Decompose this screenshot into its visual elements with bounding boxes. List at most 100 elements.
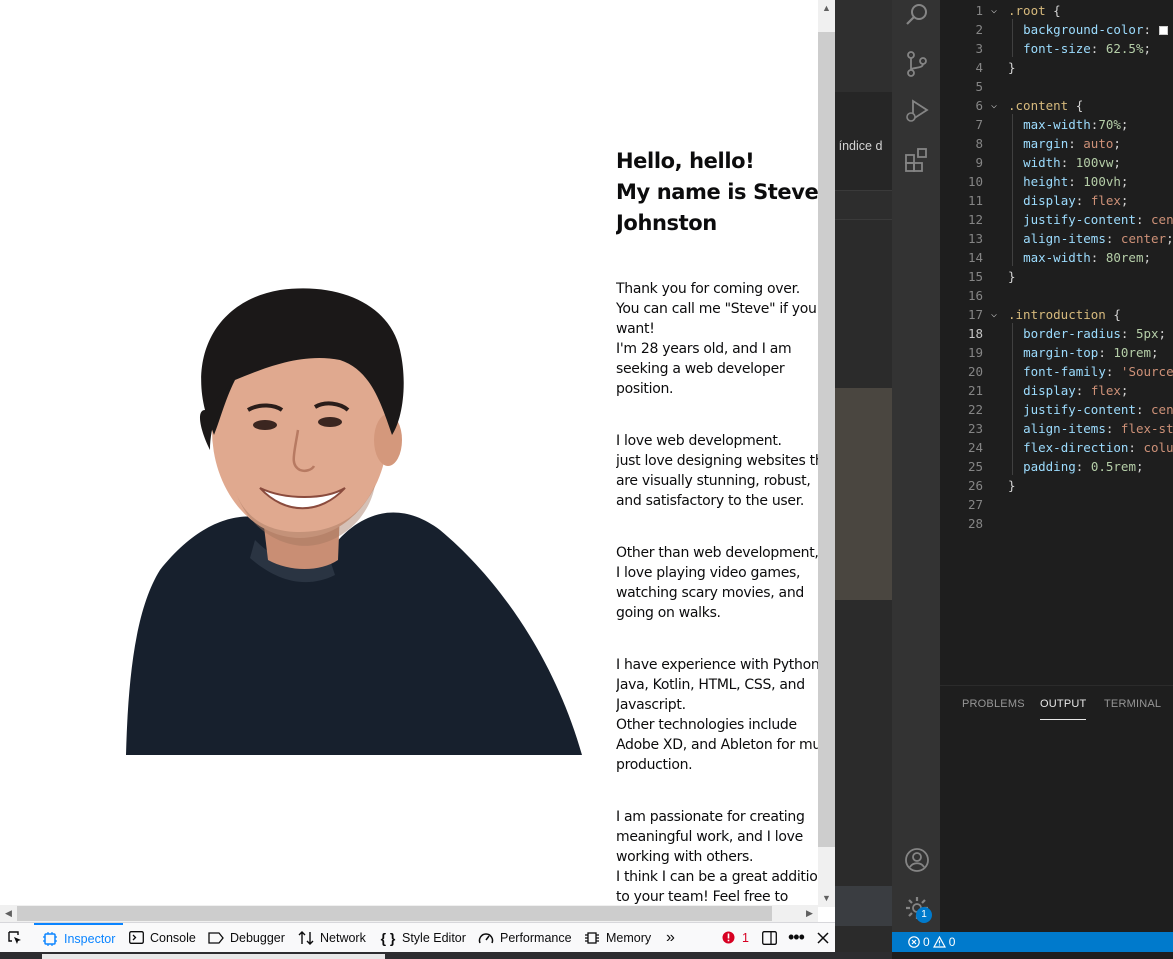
paragraph-line: position. [616, 381, 674, 397]
line-number: 19 [967, 345, 983, 360]
line-number: 14 [967, 250, 983, 265]
tab-style-editor[interactable]: { } Style Editor [380, 923, 466, 952]
code-line: padding: 0.5rem; [1008, 457, 1143, 476]
tab-console[interactable]: Console [128, 923, 196, 952]
paragraph-line: Java, Kotlin, HTML, CSS, and [616, 677, 805, 693]
code-token: : [1105, 421, 1121, 436]
tab-terminal[interactable]: TERMINAL [1104, 698, 1161, 710]
code-token: 62.5% [1105, 41, 1144, 56]
scroll-left-arrow-icon[interactable]: ◀ [0, 905, 17, 922]
fold-chevron-icon[interactable]: ⌵ [991, 1, 1003, 20]
paragraph-line: Javascript. [616, 697, 686, 713]
scroll-up-arrow-icon[interactable]: ▲ [818, 0, 835, 17]
code-token: font-family [1023, 364, 1106, 379]
code-token: display [1023, 193, 1076, 208]
vertical-scroll-thumb[interactable] [818, 32, 835, 847]
close-icon [815, 930, 831, 946]
code-line: background-color: [1008, 20, 1168, 39]
intro-heading: Hello, hello! My name is Steven Johnston [616, 146, 831, 239]
code-token: background-color [1023, 22, 1144, 37]
line-number: 8 [975, 136, 983, 151]
element-picker-button[interactable] [7, 923, 23, 952]
code-line: flex-direction: colu [1008, 438, 1173, 457]
code-token: cen [1151, 212, 1173, 227]
line-number: 10 [967, 174, 983, 189]
accounts-icon[interactable] [904, 847, 930, 873]
code-token: align-items [1023, 231, 1106, 246]
paragraph-line: going on walks. [616, 605, 721, 621]
line-number: 6 [975, 98, 983, 113]
overflow-menu-icon[interactable]: ••• [788, 923, 805, 952]
vertical-scrollbar[interactable]: ▲ ▼ [818, 0, 835, 907]
code-token: margin [1023, 136, 1069, 151]
line-number: 20 [967, 364, 983, 379]
paragraph-line: I have experience with Python, [616, 657, 824, 673]
paragraph-line: want! [616, 321, 655, 337]
tab-memory[interactable]: Memory [584, 923, 651, 952]
code-line: display: flex; [1008, 191, 1128, 210]
code-token: center [1120, 231, 1167, 246]
code-line: } [1008, 267, 1016, 286]
tab-label: Debugger [230, 930, 285, 945]
horizontal-scrollbar[interactable]: ◀ ▶ [0, 905, 818, 922]
close-devtools-button[interactable] [815, 923, 831, 952]
dock-side-icon [761, 930, 777, 946]
code-line: max-width:70%; [1008, 115, 1128, 134]
code-token: ; [1143, 41, 1152, 56]
code-token: : [1090, 41, 1106, 56]
scroll-down-arrow-icon[interactable]: ▼ [818, 890, 835, 907]
tab-network[interactable]: Network [298, 923, 366, 952]
run-debug-icon[interactable] [904, 98, 930, 124]
code-token: { [1075, 98, 1084, 113]
color-swatch[interactable] [1158, 26, 1168, 35]
paragraph-line: production. [616, 757, 693, 773]
intro-paragraph: I have experience with Python, Java, Kot… [616, 655, 831, 775]
tab-performance[interactable]: Performance [478, 923, 572, 952]
paragraph-line: Other than web development, [616, 545, 819, 561]
dock-toggle-button[interactable] [761, 923, 777, 952]
code-token: 'Source [1120, 364, 1173, 379]
tab-problems[interactable]: PROBLEMS [962, 698, 1025, 710]
code-token: { [1113, 307, 1121, 322]
code-token: 5px [1135, 326, 1159, 341]
code-token: max-width [1023, 250, 1091, 265]
fold-chevron-icon[interactable]: ⌵ [991, 305, 1003, 324]
warning-count: 0 [948, 935, 956, 949]
horizontal-scroll-thumb[interactable] [17, 906, 772, 921]
code-token: : [1075, 459, 1091, 474]
error-count-button[interactable]: 1 [720, 923, 749, 952]
code-token: flex-st [1120, 421, 1173, 436]
code-token: ; [1120, 193, 1129, 208]
code-line: .root { [1008, 1, 1061, 20]
tab-label: Inspector [64, 931, 116, 946]
code-editor[interactable]: 1 ⌵ .root {2 background-color: 3 font-size… [940, 0, 1173, 685]
problems-indicator[interactable]: 0 0 [908, 935, 955, 949]
code-token: max-width [1023, 117, 1091, 132]
paragraph-line: just love designing websites th [616, 453, 824, 469]
extensions-icon[interactable] [904, 147, 930, 173]
code-token: : [1098, 345, 1114, 360]
code-line: margin-top: 10rem; [1008, 343, 1159, 362]
background-panel [835, 886, 892, 926]
code-token: 100vh [1083, 174, 1121, 189]
code-line: align-items: center; [1008, 229, 1173, 248]
code-token: ; [1120, 117, 1129, 132]
code-line: font-size: 62.5%; [1008, 39, 1151, 58]
tab-debugger[interactable]: Debugger [208, 923, 285, 952]
code-token: colu [1143, 440, 1173, 455]
tab-output[interactable]: OUTPUT [1040, 698, 1087, 720]
scroll-right-arrow-icon[interactable]: ▶ [801, 905, 818, 922]
more-tools-chevron-icon[interactable]: » [666, 923, 675, 952]
search-icon[interactable] [904, 2, 930, 28]
tab-inspector[interactable]: Inspector [34, 923, 124, 952]
source-control-icon[interactable] [904, 51, 930, 77]
code-token: 10rem [1113, 345, 1152, 360]
memory-icon [584, 930, 600, 946]
code-token: flex [1090, 383, 1121, 398]
error-count: 1 [742, 930, 749, 945]
introduction: Hello, hello! My name is Steven Johnston… [616, 146, 831, 907]
fold-chevron-icon[interactable]: ⌵ [991, 96, 1003, 115]
